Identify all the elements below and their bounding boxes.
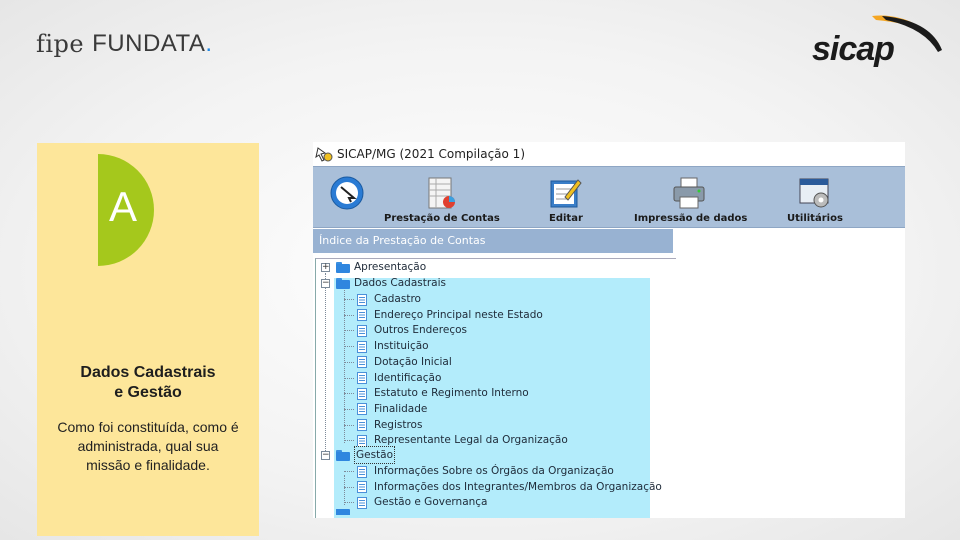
card-description: Como foi constituída, como é administrad…	[57, 419, 239, 473]
tree-item[interactable]: Informações Sobre os Órgãos da Organizaç…	[356, 463, 614, 479]
folder-icon	[336, 449, 350, 461]
document-list-icon	[356, 387, 368, 400]
toolbar-impressao-button[interactable]: Impressão de dados	[629, 167, 749, 227]
card-heading-line2: e Gestão	[114, 384, 182, 401]
tree-item-label: Dotação Inicial	[374, 355, 452, 368]
document-list-icon	[356, 496, 368, 509]
tree-node-gestao[interactable]: Gestão	[336, 446, 396, 464]
tree-expander-gestao[interactable]: −	[321, 451, 330, 460]
tree-expander-dados-cadastrais[interactable]: −	[321, 279, 330, 288]
document-list-icon	[356, 418, 368, 432]
tree-item[interactable]: Endereço Principal neste Estado	[356, 307, 543, 323]
tree-item-label: Informações Sobre os Órgãos da Organizaç…	[374, 465, 614, 477]
tree-item-label: Gestão e Governança	[374, 496, 488, 509]
tree-item-label: Registros	[374, 418, 423, 431]
index-panel-header: Índice da Prestação de Contas	[313, 229, 673, 253]
toolbar-prestacao-contas-button[interactable]: Prestação de Contas	[381, 167, 501, 227]
tree-item[interactable]: Estatuto e Regimento Interno	[356, 385, 529, 401]
tree-item-label: Identificação	[374, 371, 442, 384]
document-list-icon	[356, 371, 368, 384]
document-list-icon	[356, 434, 368, 447]
main-toolbar: Prestação de Contas Editar Impressão de …	[313, 166, 905, 228]
card-heading-line1: Dados Cadastrais	[80, 364, 216, 381]
toolbar-utilitarios-button[interactable]: Utilitários	[783, 167, 847, 227]
index-tree: + Apresentação − Dados Cadastrais Cadast…	[315, 258, 676, 518]
document-list-icon	[356, 340, 368, 353]
window-title: SICAP/MG (2021 Compilação 1)	[337, 147, 525, 161]
tree-item-label: Instituição	[374, 340, 429, 353]
toolbar-editar-label: Editar	[549, 213, 583, 224]
tree-item-label: Representante Legal da Organização	[374, 434, 568, 447]
sicap-window: SICAP/MG (2021 Compilação 1) Prestação d…	[313, 142, 905, 518]
tree-item-label: Cadastro	[374, 293, 421, 305]
tree-item[interactable]: Informações dos Integrantes/Membros da O…	[356, 479, 662, 495]
tree-node-label: Dados Cadastrais	[354, 277, 447, 289]
document-list-icon	[356, 480, 368, 494]
document-list-icon	[356, 402, 368, 416]
tree-item[interactable]: Finalidade	[356, 401, 427, 417]
sicap-logo-text: sicap	[812, 30, 895, 68]
document-list-icon	[356, 308, 368, 322]
tree-node-dados-cadastrais[interactable]: Dados Cadastrais	[336, 275, 446, 291]
folder-icon	[336, 277, 350, 289]
spreadsheet-chart-icon	[428, 177, 455, 209]
fipe-fundata-logo: fipe FUNDATA.	[36, 24, 213, 58]
tree-item[interactable]: Instituição	[356, 338, 429, 354]
arrow-cursor-icon	[330, 176, 364, 210]
folder-icon	[336, 261, 350, 273]
toolbar-impressao-label: Impressão de dados	[634, 213, 748, 224]
tree-item-label: Endereço Principal neste Estado	[374, 308, 543, 321]
card-heading: Dados Cadastrais e Gestão	[37, 363, 259, 403]
document-list-icon	[356, 293, 368, 306]
tree-item[interactable]: Cadastro	[356, 291, 421, 307]
tree-item[interactable]: Dotação Inicial	[356, 354, 452, 370]
toolbar-prestacao-contas-label: Prestação de Contas	[384, 213, 500, 224]
tree-node-apresentacao[interactable]: Apresentação	[336, 259, 426, 275]
logo-fundata-text: FUNDATA.	[92, 30, 213, 57]
toolbar-start-button[interactable]	[323, 167, 371, 227]
document-list-icon	[356, 465, 368, 478]
card-badge-letter: A	[109, 183, 138, 230]
tree-item[interactable]: Registros	[356, 417, 422, 433]
gear-window-icon	[799, 178, 829, 208]
toolbar-utilitarios-label: Utilitários	[787, 213, 843, 224]
tree-item-label: Estatuto e Regimento Interno	[374, 387, 529, 400]
document-list-icon	[356, 355, 368, 369]
logo-fipe-text: fipe	[36, 30, 85, 58]
tree-item[interactable]: Identificação	[356, 370, 441, 386]
window-titlebar: SICAP/MG (2021 Compilação 1)	[313, 142, 905, 166]
tree-expander-apresentacao[interactable]: +	[321, 263, 330, 272]
edit-document-icon	[550, 179, 582, 208]
folder-icon	[336, 509, 350, 515]
toolbar-editar-button[interactable]: Editar	[541, 167, 591, 227]
tree-node-label: Gestão	[354, 446, 396, 464]
tree-item[interactable]: Gestão e Governança	[356, 494, 488, 510]
tree-node-partial[interactable]	[336, 509, 354, 515]
printer-icon	[673, 177, 705, 209]
tree-item-label: Outros Endereços	[374, 324, 467, 337]
app-icon	[315, 145, 333, 163]
tree-item-label: Informações dos Integrantes/Membros da O…	[374, 480, 662, 493]
document-list-icon	[356, 324, 368, 337]
tree-node-label: Apresentação	[354, 261, 427, 273]
tree-item-label: Finalidade	[374, 402, 428, 415]
info-card: A Dados Cadastrais e Gestão Como foi con…	[37, 143, 259, 536]
sicap-logo: sicap	[812, 10, 944, 68]
tree-item[interactable]: Outros Endereços	[356, 322, 467, 338]
